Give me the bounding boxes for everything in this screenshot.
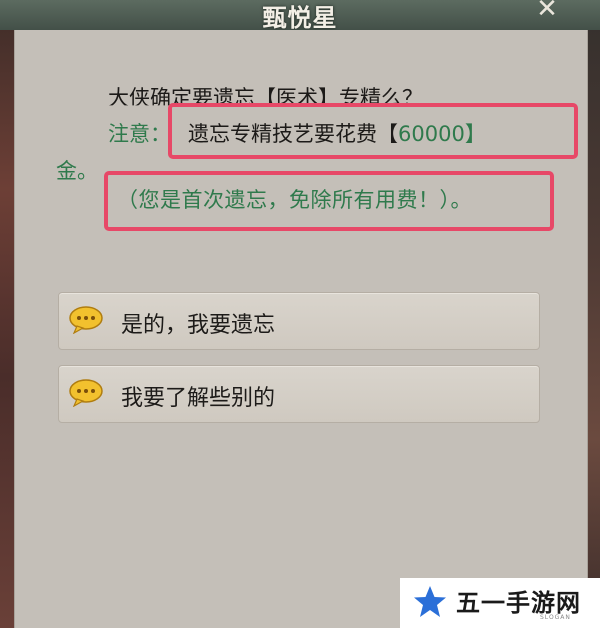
option-label: 我要了解些别的	[121, 386, 276, 411]
speech-bubble-icon	[69, 306, 103, 334]
note-label: 注意：	[108, 122, 171, 146]
note-tail: 金。	[56, 159, 98, 183]
speech-bubble-icon	[69, 379, 103, 407]
watermark-subtext: SLOGAN	[540, 614, 571, 621]
close-icon[interactable]: ✕	[534, 0, 560, 22]
option-learn-other[interactable]: 我要了解些别的	[58, 365, 540, 423]
option-label: 是的，我要遗忘	[121, 313, 276, 338]
highlight-box-cost	[168, 103, 578, 159]
dialog-title: 甄悦星	[262, 4, 338, 32]
blue-star-icon	[414, 586, 446, 617]
dialog-titlebar: 甄悦星 ✕	[0, 0, 600, 32]
site-watermark: 五一手游网 SLOGAN	[400, 578, 600, 628]
option-confirm-forget[interactable]: 是的，我要遗忘	[58, 292, 540, 350]
highlight-box-free	[104, 171, 554, 231]
watermark-text: 五一手游网	[456, 589, 581, 617]
